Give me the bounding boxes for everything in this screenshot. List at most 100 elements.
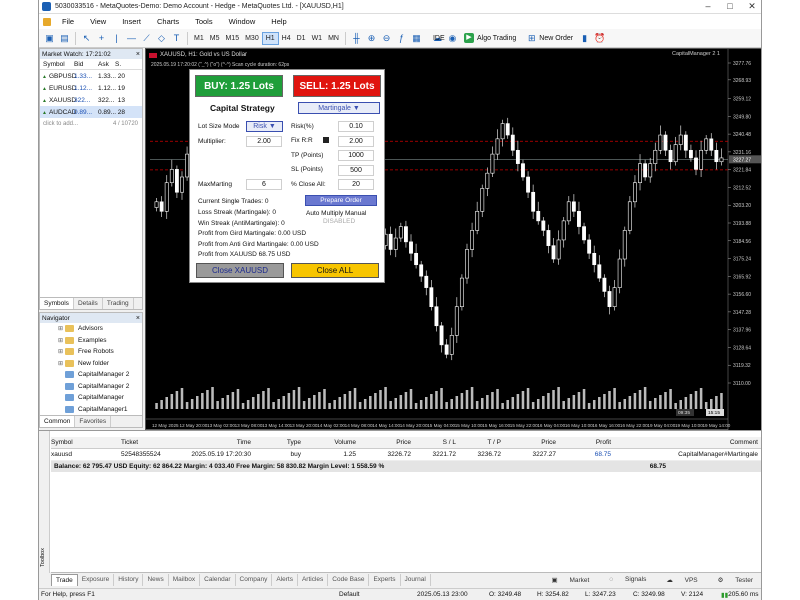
tab-company[interactable]: Company xyxy=(236,573,273,586)
multiplier-input[interactable]: 2.00 xyxy=(246,136,282,147)
depth-icon[interactable]: ▮ xyxy=(579,32,591,44)
col-bid[interactable]: Bid xyxy=(74,61,98,68)
crosshair-icon[interactable]: + xyxy=(96,32,108,44)
close-symbol-button[interactable]: Close XAUUSD xyxy=(196,263,284,278)
col-time[interactable]: Time xyxy=(176,439,251,446)
nav-item[interactable]: ⊞ Advisors xyxy=(40,323,142,335)
table-row[interactable]: xauusd 52548355524 2025.05.19 17:20:30 b… xyxy=(51,449,761,461)
tab-exposure[interactable]: Exposure xyxy=(78,573,115,586)
tf-mn[interactable]: MN xyxy=(325,33,342,44)
menu-file[interactable]: File xyxy=(62,17,74,26)
tab-journal[interactable]: Journal xyxy=(401,573,431,586)
add-symbol-row[interactable]: click to add... 4 / 10720 xyxy=(40,118,142,130)
nav-item[interactable]: ⊞ Examples xyxy=(40,335,142,347)
market-watch-row[interactable]: ▲ AUDCAD 0.89... 0.89... 28 xyxy=(40,106,142,118)
templates-icon[interactable]: ▦ xyxy=(410,32,422,44)
expand-icon[interactable]: ⊞ xyxy=(58,348,65,355)
horizontal-line-icon[interactable]: — xyxy=(126,32,138,44)
menu-insert[interactable]: Insert xyxy=(122,17,141,26)
minimize-icon[interactable]: – xyxy=(697,1,719,12)
tab-alerts[interactable]: Alerts xyxy=(272,573,298,586)
tf-w1[interactable]: W1 xyxy=(309,33,326,44)
market-button[interactable]: ▣ Market xyxy=(547,576,595,584)
alert-icon[interactable]: ⏰ xyxy=(594,32,606,44)
auto-multiply-state[interactable]: DISABLED xyxy=(323,218,355,225)
col-tp[interactable]: T / P xyxy=(456,439,501,446)
signals-button[interactable]: ◌ Signals xyxy=(604,576,651,583)
app-menu-icon[interactable] xyxy=(43,17,51,26)
col-symbol[interactable]: Symbol xyxy=(40,61,74,68)
menu-tools[interactable]: Tools xyxy=(195,17,213,26)
tf-m15[interactable]: M15 xyxy=(222,33,242,44)
fixrr-input[interactable]: 2.00 xyxy=(338,136,374,147)
chart-type-icon[interactable]: ╫ xyxy=(350,32,362,44)
close-all-pct-input[interactable]: 20 xyxy=(338,179,374,190)
col-ticket[interactable]: Ticket xyxy=(121,439,176,446)
text-icon[interactable]: T xyxy=(171,32,183,44)
tab-articles[interactable]: Articles xyxy=(298,573,329,586)
tester-button[interactable]: ⚙ Tester xyxy=(713,576,758,584)
tf-h4[interactable]: H4 xyxy=(279,33,294,44)
zoom-out-icon[interactable]: ⊖ xyxy=(380,32,392,44)
market-watch-row[interactable]: ▲ GBPUSD 1.33... 1.33... 20 xyxy=(40,70,142,82)
cell-tp[interactable]: 3236.72 xyxy=(456,451,502,458)
col-sl[interactable]: S / L xyxy=(411,439,456,446)
vertical-line-icon[interactable]: | xyxy=(111,32,123,44)
close-icon[interactable]: × xyxy=(136,51,140,58)
menu-charts[interactable]: Charts xyxy=(157,17,179,26)
nav-item[interactable]: CapitalManager1 xyxy=(40,404,142,416)
shapes-icon[interactable]: ◇ xyxy=(156,32,168,44)
tab-favorites[interactable]: Favorites xyxy=(75,416,112,427)
fixrr-checkbox[interactable] xyxy=(323,137,329,143)
nav-item[interactable]: ⊞ Free Robots xyxy=(40,346,142,358)
col-ask[interactable]: Ask xyxy=(98,61,115,68)
indicators-icon[interactable]: ƒ xyxy=(395,32,407,44)
tf-m30[interactable]: M30 xyxy=(242,33,262,44)
tf-m5[interactable]: M5 xyxy=(207,33,223,44)
close-icon[interactable]: ✕ xyxy=(741,1,761,12)
new-chart-icon[interactable]: ▣ xyxy=(44,32,56,44)
col-symbol[interactable]: Symbol xyxy=(51,439,121,446)
col-volume[interactable]: Volume xyxy=(301,439,356,446)
market-watch-row[interactable]: ▲ XAUUSD 322... 322... 13 xyxy=(40,94,142,106)
tf-h1[interactable]: H1 xyxy=(261,31,279,45)
risk-input[interactable]: 0.10 xyxy=(338,121,374,132)
tab-trading[interactable]: Trading xyxy=(103,298,134,309)
cursor-icon[interactable]: ↖ xyxy=(81,32,93,44)
tab-experts[interactable]: Experts xyxy=(369,573,401,586)
status-connection[interactable]: 205.60 ms xyxy=(728,591,758,598)
strategy-dropdown[interactable]: Martingale ▼ xyxy=(298,102,380,114)
tab-history[interactable]: History xyxy=(114,573,144,586)
tf-d1[interactable]: D1 xyxy=(294,33,309,44)
menu-window[interactable]: Window xyxy=(229,17,256,26)
market-watch-row[interactable]: ▲ EURUSD 1.12... 1.12... 19 xyxy=(40,82,142,94)
tf-m1[interactable]: M1 xyxy=(191,33,207,44)
tab-common[interactable]: Common xyxy=(40,416,76,427)
nav-item[interactable]: CapitalManager 2 xyxy=(40,381,142,393)
expand-icon[interactable]: ⊞ xyxy=(58,360,65,367)
menu-view[interactable]: View xyxy=(90,17,106,26)
tp-input[interactable]: 1000 xyxy=(338,150,374,161)
status-profile[interactable]: Default xyxy=(339,591,417,598)
sell-button[interactable]: SELL: 1.25 Lots xyxy=(293,75,381,97)
maximize-icon[interactable]: □ xyxy=(719,1,741,12)
toolbox-label[interactable]: Toolbox xyxy=(40,548,46,567)
tab-code-base[interactable]: Code Base xyxy=(328,573,370,586)
nav-item[interactable]: CapitalManager xyxy=(40,392,142,404)
close-icon[interactable]: × xyxy=(136,315,140,322)
col-price[interactable]: Price xyxy=(356,439,411,446)
tab-details[interactable]: Details xyxy=(74,298,103,309)
profiles-icon[interactable]: ▤ xyxy=(59,32,71,44)
col-type[interactable]: Type xyxy=(251,439,301,446)
lot-mode-dropdown[interactable]: Risk ▼ xyxy=(246,121,283,132)
trendline-icon[interactable]: ⟋ xyxy=(141,32,153,44)
algo-trading-button[interactable]: ▶ Algo Trading xyxy=(463,33,516,43)
col-comment[interactable]: Comment xyxy=(611,439,761,446)
sl-input[interactable]: 500 xyxy=(338,165,374,176)
expand-icon[interactable]: ⊞ xyxy=(58,325,65,332)
close-all-button[interactable]: Close ALL xyxy=(291,263,379,278)
tab-calendar[interactable]: Calendar xyxy=(200,573,236,586)
menu-help[interactable]: Help xyxy=(271,17,286,26)
tab-news[interactable]: News xyxy=(143,573,169,586)
prepare-order-button[interactable]: Prepare Order xyxy=(305,195,377,206)
